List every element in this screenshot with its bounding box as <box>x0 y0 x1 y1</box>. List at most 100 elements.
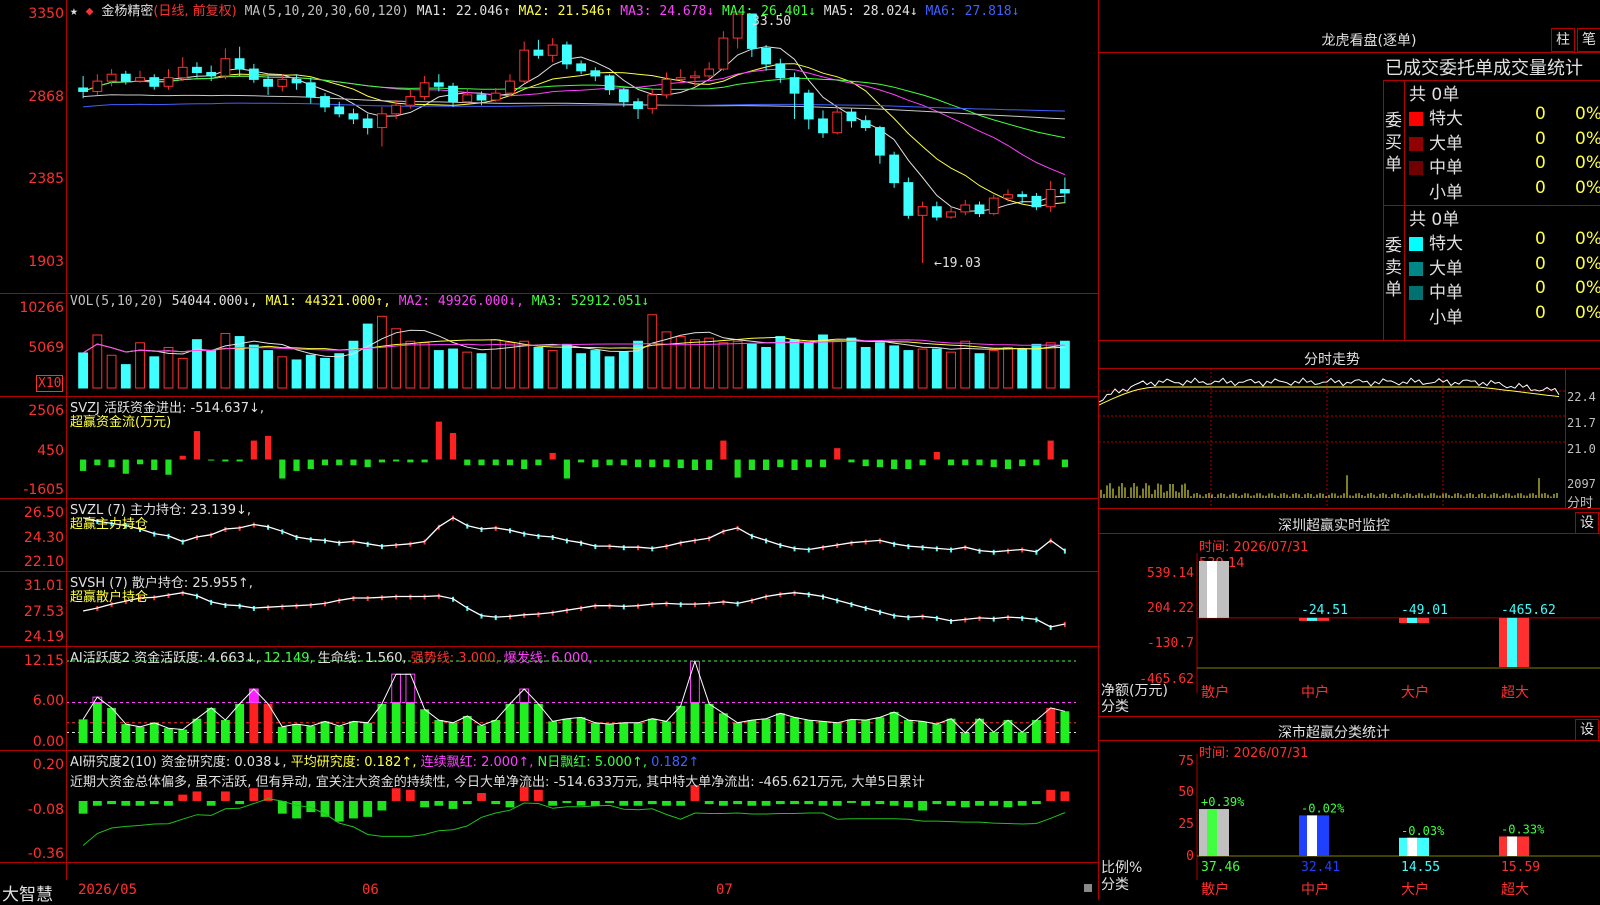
lhb-title: 龙虎看盘(逐单) <box>1321 33 1417 49</box>
ai-active-axis-tick: 12.15 <box>23 653 64 669</box>
volume-bar <box>291 359 302 389</box>
volume-bar <box>1045 342 1056 389</box>
fundflow-bar <box>521 459 528 470</box>
ai-active-bar <box>107 707 116 743</box>
volume-bar <box>732 340 743 389</box>
classify-bar-highlight <box>1207 809 1217 856</box>
ai-active-bar <box>832 722 842 743</box>
ai-research-bar <box>562 800 572 803</box>
ai-active-header-item-2: 生命线: 1.560, <box>317 651 411 666</box>
chart-mode[interactable]: (日线, 前复权) <box>153 4 236 19</box>
ai-research-header-item-4: 0.182↑ <box>651 755 700 770</box>
candle-body <box>704 68 715 77</box>
ai-active-bar <box>135 726 145 743</box>
fundflow-bar <box>393 459 400 462</box>
classify-chart[interactable]: +0.39% 37.46 散户 -0.02% 32.41 中户 -0.03% 14.55 大户 -… <box>1099 740 1600 900</box>
classify-settings-button[interactable]: 设 <box>1575 719 1599 741</box>
ma-line-1 <box>82 46 1065 212</box>
order-count: 0 <box>1535 302 1546 323</box>
arrow-icon[interactable]: ◆ <box>86 4 94 19</box>
classify-category: 超大 <box>1501 882 1529 898</box>
fundflow-bar <box>535 459 542 466</box>
fundflow-bar <box>264 435 272 460</box>
monitor-bar-highlight <box>1407 617 1417 624</box>
candle-body <box>576 63 587 72</box>
intraday-axis-tick: 21.7 <box>1567 416 1596 430</box>
bar-view-button[interactable]: 柱 <box>1551 28 1575 52</box>
monitor-settings-button[interactable]: 设 <box>1575 512 1599 534</box>
svsh-axis-tick: 27.53 <box>23 604 64 620</box>
ai-research-header-item-1: 平均研究度: 0.182↑, <box>290 755 421 770</box>
fundflow-bar <box>350 459 357 466</box>
intraday-chart[interactable] <box>1099 368 1565 508</box>
brand-logo[interactable]: 大智慧 <box>2 880 53 905</box>
classify-title: 深市超赢分类统计 <box>1278 725 1390 741</box>
candle-body <box>647 94 658 110</box>
price-axis-tick: 2385 <box>28 171 64 187</box>
ai-research-bar <box>448 800 458 809</box>
ai-research-bar <box>847 800 856 803</box>
color-swatch <box>1409 112 1423 126</box>
monitor-bar-label: -49.01 <box>1401 603 1448 618</box>
classify-category: 中户 <box>1301 881 1329 898</box>
candle-body <box>718 37 729 70</box>
volume-bar <box>433 350 444 389</box>
classify-value-label: 37.46 <box>1201 860 1240 875</box>
ai-research-bar <box>619 800 629 806</box>
candle-body <box>92 80 103 92</box>
volume-bar <box>505 342 515 389</box>
fundflow-bar <box>677 459 684 469</box>
volume-bar <box>462 351 473 389</box>
ai-research-bar <box>363 800 373 817</box>
ai-research-bar <box>164 800 173 806</box>
vol-axis-tick: 5069 <box>28 340 64 356</box>
candle-body <box>305 82 316 98</box>
fundflow-bar <box>407 459 414 463</box>
kline-area[interactable]: ★ ◆ 金杨精密(日线, 前复权) MA(5,10,20,30,60,120) … <box>0 0 1098 905</box>
monitor-bar-label: -465.62 <box>1501 603 1556 618</box>
fundflow-bar <box>307 459 314 470</box>
ai-research-bar <box>989 800 999 806</box>
volume-bar <box>604 356 615 389</box>
ai-active-bar <box>847 719 856 743</box>
volume-bar <box>917 348 928 389</box>
ai-research-bar <box>292 800 301 819</box>
candle-body <box>818 118 828 134</box>
ma-value-6: MA6: 27.818↓ <box>925 4 1020 19</box>
ai-research-bar <box>875 800 885 805</box>
candle-body <box>220 58 231 77</box>
candle-body <box>163 77 174 87</box>
ai-active-bar <box>292 724 301 743</box>
ai-active-bar <box>121 724 131 743</box>
fundflow-bar <box>193 431 201 460</box>
volume-bar <box>149 356 160 389</box>
high-mark: 33.50 <box>752 14 792 29</box>
ai-research-bar <box>718 800 728 806</box>
lock-icon[interactable] <box>1084 884 1092 892</box>
monitor-bar-highlight <box>1507 617 1517 667</box>
svzj-axis-tick: 2506 <box>28 403 64 419</box>
volume-bar <box>377 315 387 389</box>
tick-view-button[interactable]: 笔 <box>1577 28 1600 52</box>
volume-bar <box>192 339 202 389</box>
classify-bar-highlight <box>1307 815 1317 856</box>
divider <box>1099 340 1600 341</box>
color-swatch <box>1409 161 1423 175</box>
fundflow-bar <box>962 459 969 466</box>
divider <box>0 862 1098 863</box>
ai-research-bar <box>107 800 116 805</box>
candle-body <box>405 96 416 106</box>
candle-body <box>248 68 259 80</box>
classify-pct-label: -0.02% <box>1301 801 1345 815</box>
monitor-chart[interactable]: 散户 -24.51 中户 -49.01 大户 -465.62 超大 <box>1099 533 1600 713</box>
star-icon[interactable]: ★ <box>70 4 78 19</box>
ai-research-bar <box>149 800 159 805</box>
order-count: 0 <box>1535 229 1546 249</box>
ai-research-bar <box>590 800 600 806</box>
svzj-subheader: 超赢资金流(万元) <box>70 415 172 430</box>
ai-active-bar <box>761 718 771 743</box>
divider <box>1565 368 1566 508</box>
fundflow-bar <box>819 459 827 468</box>
ai-active-burst <box>391 673 402 704</box>
vol-unit[interactable]: X10 <box>36 375 64 392</box>
